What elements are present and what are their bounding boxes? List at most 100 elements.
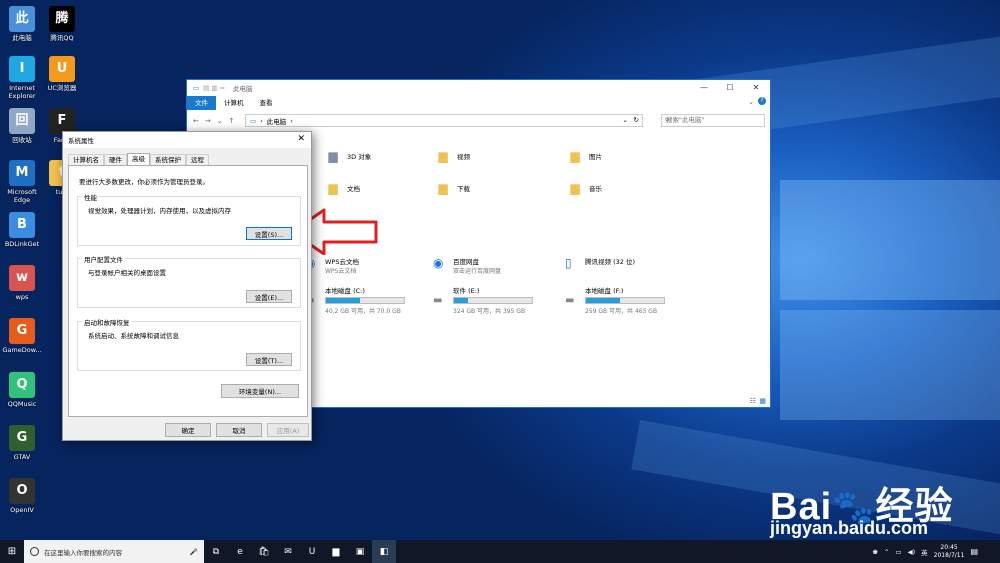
openiv-icon: O	[9, 478, 35, 504]
address-sep-icon: ›	[260, 116, 263, 125]
tray-chevron-icon[interactable]: ⌃	[884, 548, 889, 556]
drive-item[interactable]: ▬ 软件 (E:) 324 GB 可用，共 395 GB	[433, 285, 533, 315]
view-tiles-icon[interactable]: ▦	[759, 397, 766, 405]
computer-icon: 此	[9, 6, 35, 32]
taskbar-app-folder-icon[interactable]: ▆	[324, 540, 348, 563]
desktop-icon-gtav[interactable]: G GTAV	[0, 425, 44, 461]
tab-remote[interactable]: 远程	[186, 154, 209, 165]
desktop-icon-bdlinkget[interactable]: B BDLinkGet	[0, 212, 44, 248]
up-icon[interactable]: ↑	[229, 117, 235, 125]
edge-icon: M	[9, 160, 35, 186]
help-icon[interactable]: ?	[758, 97, 766, 105]
drive-label: 本地磁盘 (C:)	[325, 287, 365, 295]
desktop-icon-gamedownloader[interactable]: G GameDow...	[0, 318, 44, 354]
notification-icon[interactable]: ▤	[970, 547, 978, 556]
network-icon[interactable]: ▭	[895, 548, 901, 556]
app-location-item[interactable]: ◉WPS云文档WPS云文档	[305, 256, 359, 275]
tab-advanced[interactable]: 高级	[127, 153, 150, 165]
explorer-titlebar: ▭ ▤ ▥ = 此电脑	[187, 80, 770, 96]
folder-item[interactable]: ▆ 3D 对象	[325, 146, 371, 166]
taskbar: ⊞ 在这里输入你要搜索的内容 🎤 ⧉ e 🛍 ✉ U ▆ ▣ ◧ ♚ ⌃ ▭ ◀) 英 20:…	[0, 540, 1000, 563]
taskbar-app-mail-icon[interactable]: ✉	[276, 540, 300, 563]
quick-access-toolbar[interactable]: ▤ ▥ =	[203, 84, 225, 92]
desktop-icon-this-pc[interactable]: 此此电脑	[0, 6, 44, 42]
address-dropdown-icon[interactable]: ⌄	[623, 116, 628, 124]
explorer-pc-icon: ▭	[193, 84, 200, 92]
close-button[interactable]: ✕	[744, 80, 768, 96]
app-location-item[interactable]: ◉ 百度网盘 双击运行百度网盘	[433, 256, 501, 275]
startup-recovery-settings-button[interactable]: 设置(T)...	[246, 353, 292, 366]
desktop-icon-qqmusic[interactable]: Q QQMusic	[0, 372, 44, 408]
taskbar-app-explorer-icon[interactable]: ▣	[348, 540, 372, 563]
desktop-icon-edge[interactable]: M Microsoft Edge	[0, 160, 44, 204]
start-button[interactable]: ⊞	[0, 540, 24, 563]
ribbon-tab-computer[interactable]: 计算机	[216, 96, 252, 110]
view-details-icon[interactable]: ☷	[750, 397, 756, 405]
ribbon-tab-file[interactable]: 文件	[187, 96, 216, 110]
drive-usage-bar	[585, 297, 665, 304]
back-icon[interactable]: ←	[193, 117, 199, 125]
performance-group: 性能 视觉效果，处理器计划，内存使用，以及虚拟内存 设置(S)...	[77, 192, 301, 246]
ribbon-tab-view[interactable]: 查看	[252, 96, 281, 110]
search-input[interactable]: 搜索"此电脑"	[661, 114, 765, 127]
volume-icon[interactable]: ◀)	[908, 548, 916, 556]
address-bar[interactable]: ▭ › 此电脑 › ⌄ ↻	[245, 114, 643, 127]
taskbar-app-store-icon[interactable]: 🛍	[252, 540, 276, 563]
taskbar-app-task-view-icon[interactable]: ⧉	[204, 540, 228, 563]
environment-variables-button[interactable]: 环境变量(N)...	[221, 384, 299, 398]
desktop-icon-uc-browser[interactable]: U UC浏览器	[40, 56, 84, 92]
microphone-icon[interactable]: 🎤	[190, 548, 198, 556]
folder-item[interactable]: ▆ 视频	[435, 146, 470, 166]
drive-item[interactable]: ▬本地磁盘 (C:)40.2 GB 可用，共 70.0 GB	[305, 285, 405, 315]
ok-button[interactable]: 确定	[165, 423, 211, 437]
drive-item[interactable]: ▬ 本地磁盘 (F:) 259 GB 可用，共 465 GB	[565, 285, 665, 315]
3d-objects-icon: ▆	[328, 149, 338, 163]
address-text: 此电脑	[266, 117, 287, 126]
dialog-titlebar: 系统属性 ✕	[63, 132, 311, 148]
desktop-icon-wps[interactable]: w wps	[0, 265, 44, 301]
folder-item[interactable]: ▆ 音乐	[567, 178, 602, 198]
forward-icon[interactable]: →	[205, 117, 211, 125]
refresh-icon[interactable]: ↻	[634, 116, 639, 124]
folder-label: 文档	[347, 185, 360, 193]
desktop-icon-internet-explorer[interactable]: I Internet Explorer	[0, 56, 44, 100]
taskbar-app-edge-icon[interactable]: e	[228, 540, 252, 563]
dialog-close-icon[interactable]: ✕	[297, 134, 305, 144]
ie-icon: I	[9, 56, 35, 82]
system-properties-dialog[interactable]: 系统属性 ✕ 计算机名 硬件 高级 系统保护 远程 要进行大多数更改，你必须作为…	[62, 131, 312, 441]
folder-item[interactable]: ▆ 图片	[567, 146, 602, 166]
cancel-button[interactable]: 取消	[216, 423, 262, 437]
people-icon[interactable]: ♚	[872, 548, 878, 556]
performance-settings-button[interactable]: 设置(S)...	[246, 227, 292, 240]
clock[interactable]: 20:45 2018/7/11	[934, 544, 965, 560]
tab-computer-name[interactable]: 计算机名	[68, 154, 104, 165]
wps-icon: w	[9, 265, 35, 291]
folder-item[interactable]: ▆ 下载	[435, 178, 470, 198]
app-location-item[interactable]: ▯ 腾讯视频 (32 位)	[565, 256, 635, 270]
recent-icon[interactable]: ⌄	[217, 117, 223, 125]
ime-indicator[interactable]: 英	[921, 547, 928, 557]
desktop-icon-openiv[interactable]: O OpenIV	[0, 478, 44, 514]
desktop-icon-recycle-bin[interactable]: 回回收站	[0, 108, 44, 144]
apply-button[interactable]: 应用(A)	[267, 423, 309, 437]
taskbar-search-box[interactable]: 在这里输入你要搜索的内容 🎤	[24, 540, 204, 563]
tab-hardware[interactable]: 硬件	[104, 154, 127, 165]
drive-label: 软件 (E:)	[453, 287, 480, 295]
desktop-icon-tencent-qq[interactable]: 腾腾讯QQ	[40, 6, 84, 42]
desktop-icon-label: GTAV	[13, 453, 31, 461]
taskbar-app-uc-icon[interactable]: U	[300, 540, 324, 563]
maximize-button[interactable]: ☐	[718, 80, 742, 96]
pictures-folder-icon: ▆	[570, 149, 580, 163]
downloads-folder-icon: ▆	[438, 181, 448, 195]
ribbon-expand-icon[interactable]: ⌄	[748, 98, 754, 106]
user-profiles-settings-button[interactable]: 设置(E)...	[246, 290, 292, 303]
taskbar-app-system-icon[interactable]: ◧	[372, 540, 396, 563]
desktop-icon-label: 此电脑	[12, 34, 32, 42]
taskbar-apps: ⧉ e 🛍 ✉ U ▆ ▣ ◧	[204, 540, 396, 563]
performance-desc: 视觉效果，处理器计划，内存使用，以及虚拟内存	[88, 207, 231, 215]
tab-system-protection[interactable]: 系统保护	[150, 154, 186, 165]
minimize-button[interactable]: —	[692, 80, 716, 96]
folder-item[interactable]: ▆ 文档	[325, 178, 360, 198]
desktop-icon-label: OpenIV	[10, 506, 34, 514]
link-icon: B	[9, 212, 35, 238]
